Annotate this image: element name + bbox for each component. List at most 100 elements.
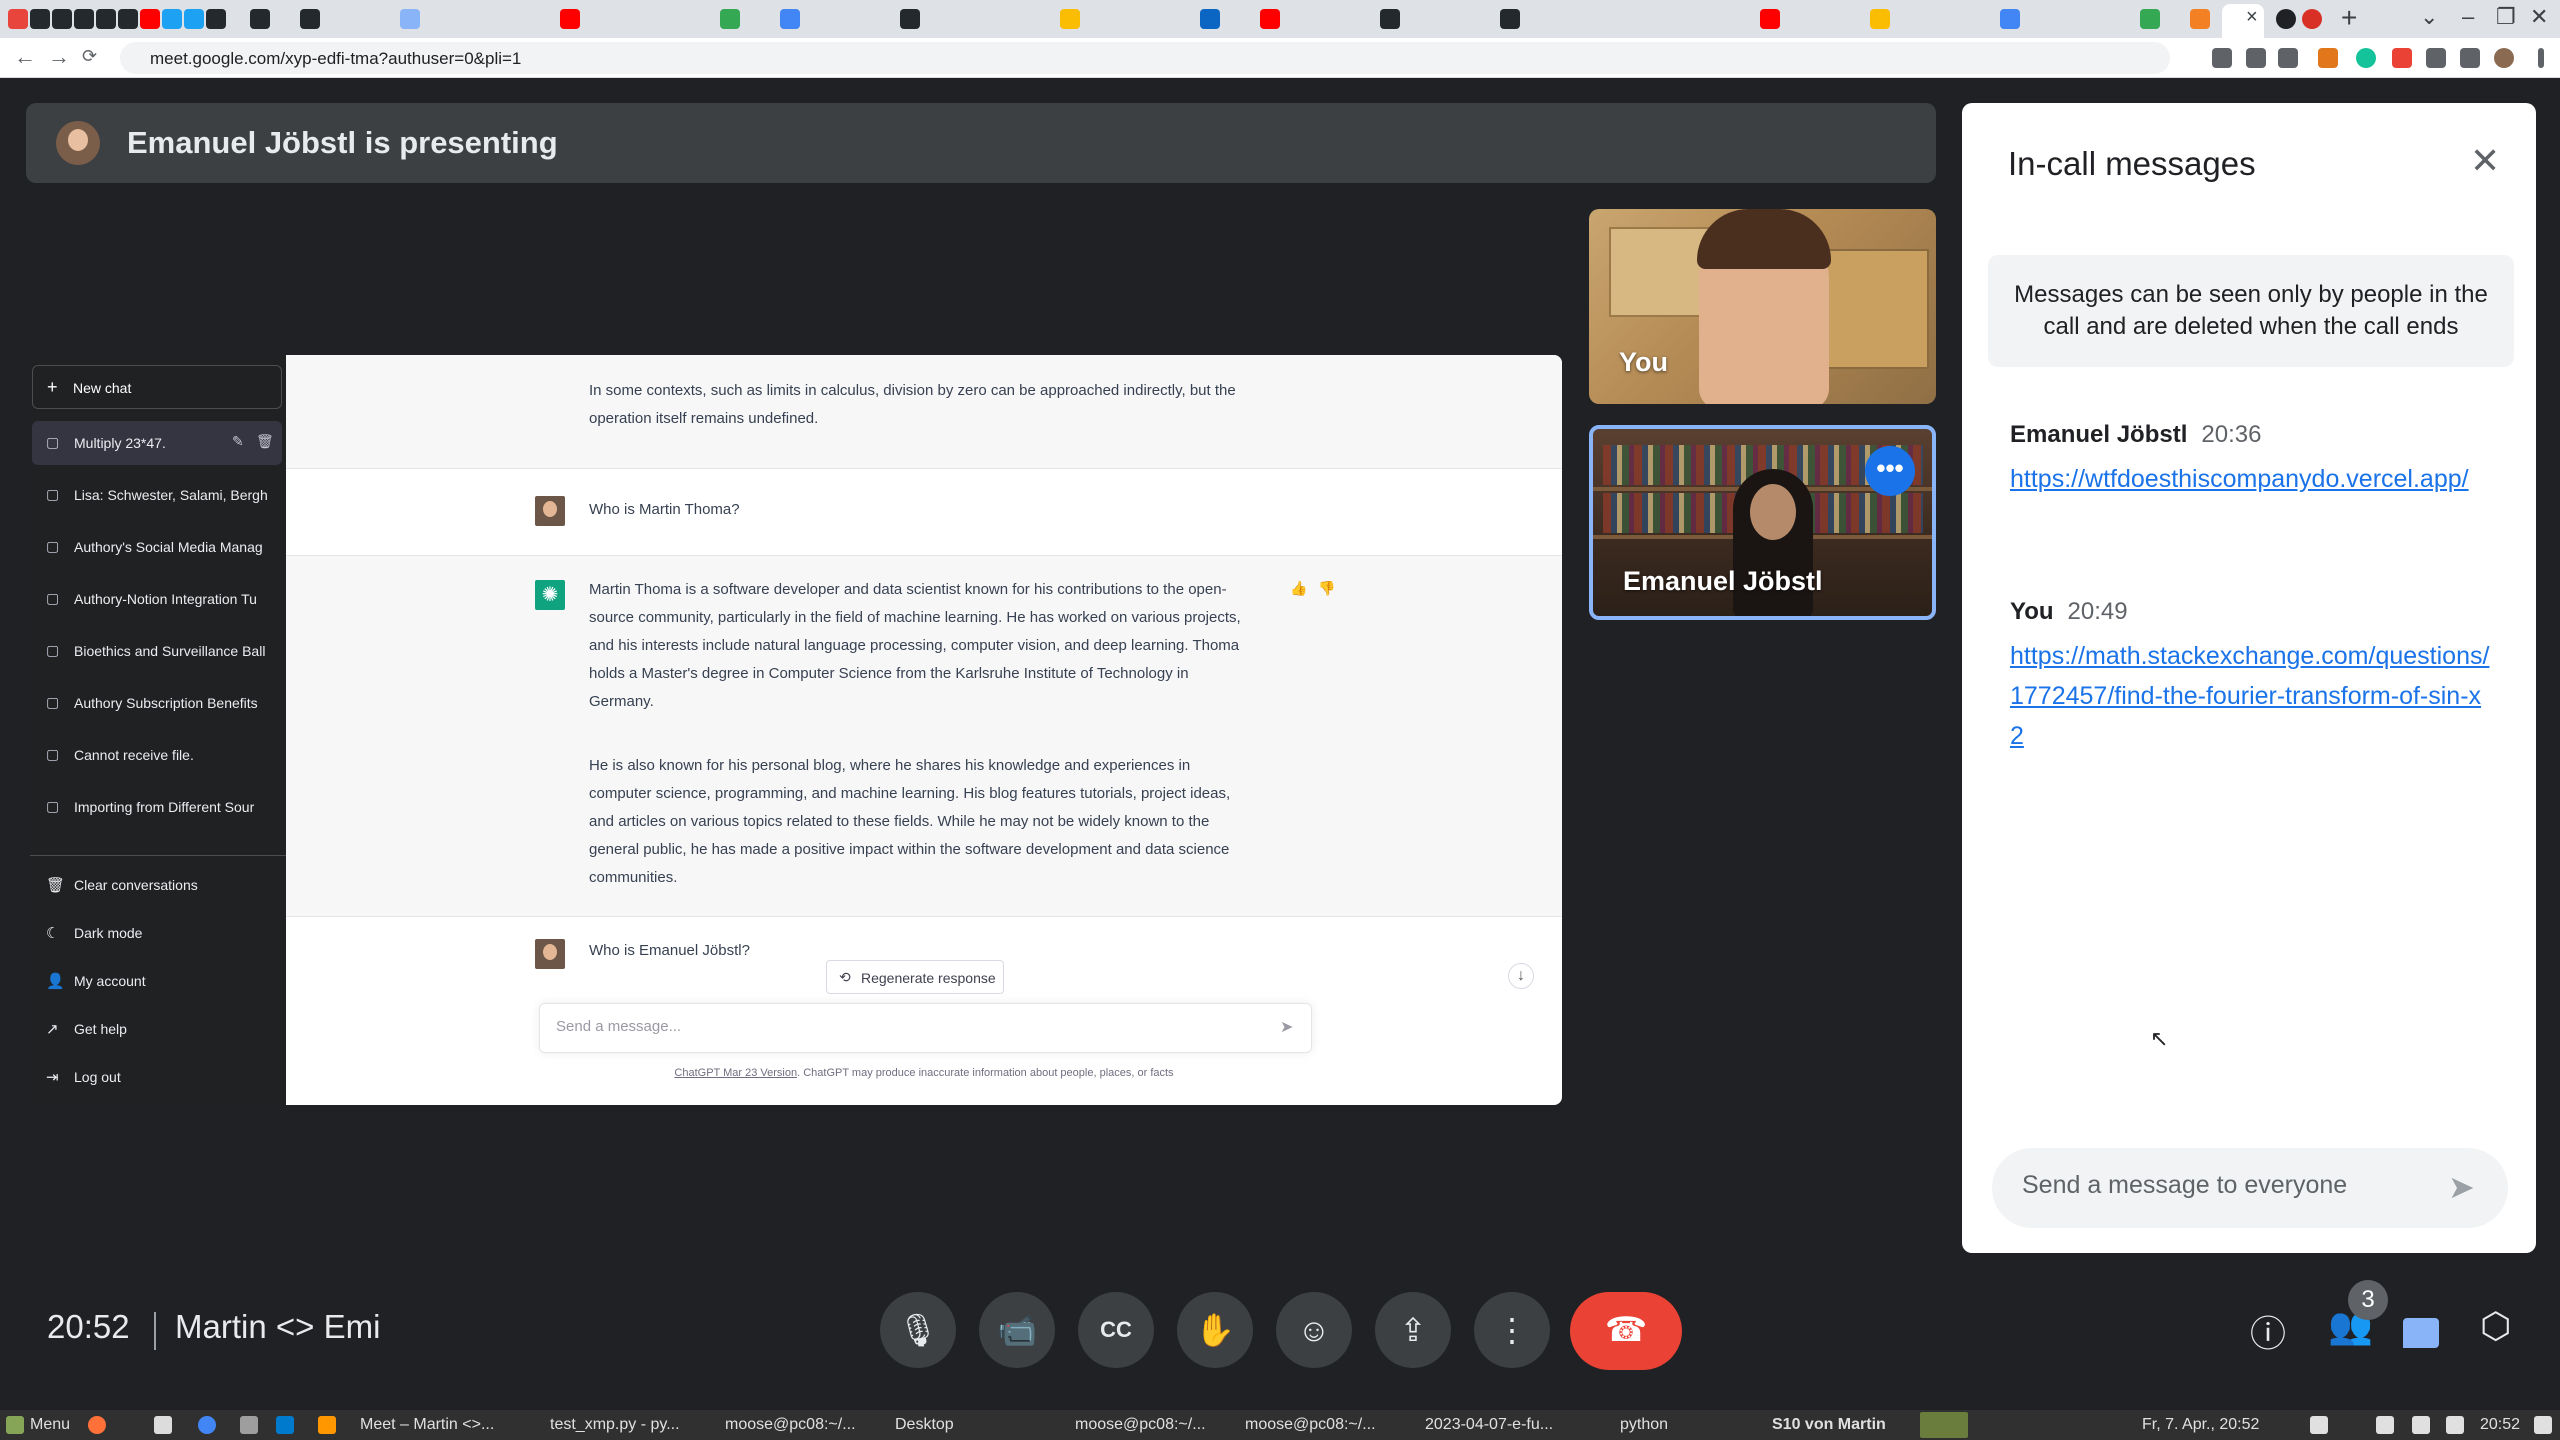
tab-favicon[interactable] [2000,9,2020,29]
tab-favicon[interactable] [140,9,160,29]
conversation-item[interactable]: ▢ Bioethics and Surveillance Ball [32,629,282,673]
tab-favicon[interactable] [2140,9,2160,29]
send-icon[interactable]: ➤ [2448,1168,2475,1206]
more-vert-icon[interactable]: ⋮ [1474,1292,1550,1368]
tab-favicon[interactable] [118,9,138,29]
self-video-tile[interactable]: You [1589,209,1936,404]
share-icon[interactable] [2246,48,2266,68]
wifi-icon[interactable] [2376,1416,2394,1434]
get-help-button[interactable]: ↗ Get help [32,1009,282,1049]
close-icon[interactable]: ✕ [2470,143,2500,179]
tab-favicon[interactable] [400,9,420,29]
captions-icon[interactable]: CC [1078,1292,1154,1368]
thumbs-down-icon[interactable]: 👎 [1318,580,1335,597]
files-icon[interactable] [240,1416,258,1434]
tab-favicon[interactable] [1380,9,1400,29]
maximize-icon[interactable]: ❐ [2496,4,2516,30]
tab-favicon[interactable] [1760,9,1780,29]
profile-avatar[interactable] [2494,48,2514,68]
scroll-down-icon[interactable]: ↓ [1508,963,1534,989]
chat-icon[interactable] [2403,1318,2439,1348]
mic-icon[interactable]: 🎙 [880,1292,956,1368]
tab-favicon[interactable] [184,9,204,29]
regenerate-button[interactable]: ⟲ Regenerate response [826,960,1004,994]
taskbar-app[interactable]: moose@pc08:~/... [1245,1416,1376,1434]
my-account-button[interactable]: 👤 My account [32,961,282,1001]
address-bar[interactable]: meet.google.com/xyp-edfi-tma?authuser=0&… [120,42,2170,74]
taskbar-app[interactable]: Desktop [895,1416,954,1434]
back-icon[interactable]: ← [14,44,36,70]
participant-video-tile[interactable]: ••• Emanuel Jöbstl [1589,425,1936,620]
conversation-item[interactable]: ▢ Authory-Notion Integration Tu [32,577,282,621]
tab-favicon[interactable] [2276,9,2296,29]
reload-icon[interactable]: ⟳ [82,46,97,67]
browser-menu-icon[interactable] [2538,48,2544,68]
tab-favicon[interactable] [30,9,50,29]
conversation-item[interactable]: ▢ Cannot receive file. [32,733,282,777]
active-tab[interactable] [2222,4,2264,38]
grammarly-extension-icon[interactable] [2356,48,2376,68]
camera-blocked-icon[interactable] [2212,48,2232,68]
dark-mode-button[interactable]: ☾ Dark mode [32,913,282,953]
taskbar-app[interactable]: python [1620,1416,1668,1434]
taskbar-app[interactable]: 2023-04-07-e-fu... [1425,1416,1553,1434]
new-chat-button[interactable]: + New chat [32,365,282,409]
raise-hand-icon[interactable]: ✋ [1177,1292,1253,1368]
tab-favicon[interactable] [560,9,580,29]
present-icon[interactable]: ⇪ [1375,1292,1451,1368]
taskbar-app[interactable]: Meet – Martin <>... [360,1416,494,1434]
tab-search-icon[interactable]: ⌄ [2420,4,2438,30]
tab-favicon[interactable] [1500,9,1520,29]
taskbar-app[interactable]: S10 von Martin [1772,1416,1886,1434]
tab-favicon[interactable] [74,9,94,29]
call-end-icon[interactable]: ☎ [1570,1292,1682,1370]
menu-label[interactable]: Menu [30,1416,70,1434]
chatgpt-message-input[interactable]: Send a message... ➤ [539,1003,1312,1053]
tab-favicon[interactable] [780,9,800,29]
tab-favicon[interactable] [2190,9,2210,29]
tab-close-icon[interactable]: × [2246,6,2258,29]
bookmark-star-icon[interactable] [2278,48,2298,68]
taskbar-app[interactable]: test_xmp.py - py... [550,1416,680,1434]
tab-favicon[interactable] [300,9,320,29]
side-panel-icon[interactable] [2460,48,2480,68]
menu-icon[interactable] [6,1416,24,1434]
trash-icon[interactable]: 🗑 [256,433,274,450]
tab-favicon[interactable] [8,9,28,29]
tab-favicon[interactable] [720,9,740,29]
send-icon[interactable]: ➤ [1280,1017,1293,1037]
tab-favicon[interactable] [52,9,72,29]
conversation-item[interactable]: ▢ Authory Subscription Benefits [32,681,282,725]
camera-icon[interactable]: 📹 [979,1292,1055,1368]
tab-favicon[interactable] [1060,9,1080,29]
thumbs-up-icon[interactable]: 👍 [1290,580,1307,597]
send-message-input[interactable]: Send a message to everyone ➤ [1992,1148,2508,1228]
vscode-icon[interactable] [276,1416,294,1434]
log-out-button[interactable]: ⇥ Log out [32,1057,282,1097]
new-tab-icon[interactable]: + [2341,2,2357,34]
tab-favicon[interactable] [1870,9,1890,29]
message-link[interactable]: https://wtfdoesthiscompanydo.vercel.app/ [2010,459,2490,499]
tab-favicon[interactable] [1200,9,1220,29]
conversation-item[interactable]: ▢ Lisa: Schwester, Salami, Bergh [32,473,282,517]
version-link[interactable]: ChatGPT Mar 23 Version [674,1067,797,1079]
emoji-icon[interactable]: ☺ [1276,1292,1352,1368]
tab-favicon[interactable] [1260,9,1280,29]
tab-favicon[interactable] [2302,9,2322,29]
message-link[interactable]: https://math.stackexchange.com/questions… [2010,636,2490,756]
sublime-icon[interactable] [318,1416,336,1434]
tab-favicon[interactable] [162,9,182,29]
power-icon[interactable] [2534,1416,2552,1434]
tab-favicon[interactable] [96,9,116,29]
minimize-icon[interactable]: – [2462,4,2474,30]
taskbar-app[interactable]: moose@pc08:~/... [1075,1416,1206,1434]
taskbar-app[interactable]: moose@pc08:~/... [725,1416,856,1434]
volume-icon[interactable] [2446,1416,2464,1434]
tab-favicon[interactable] [206,9,226,29]
metamask-extension-icon[interactable] [2318,48,2338,68]
clear-conversations-button[interactable]: 🗑 Clear conversations [32,865,282,905]
adblock-extension-icon[interactable] [2392,48,2412,68]
conversation-item[interactable]: ▢ Importing from Different Sour [32,785,282,829]
edit-icon[interactable]: ✎ [232,433,244,450]
conversation-item[interactable]: ▢ Authory's Social Media Manag [32,525,282,569]
